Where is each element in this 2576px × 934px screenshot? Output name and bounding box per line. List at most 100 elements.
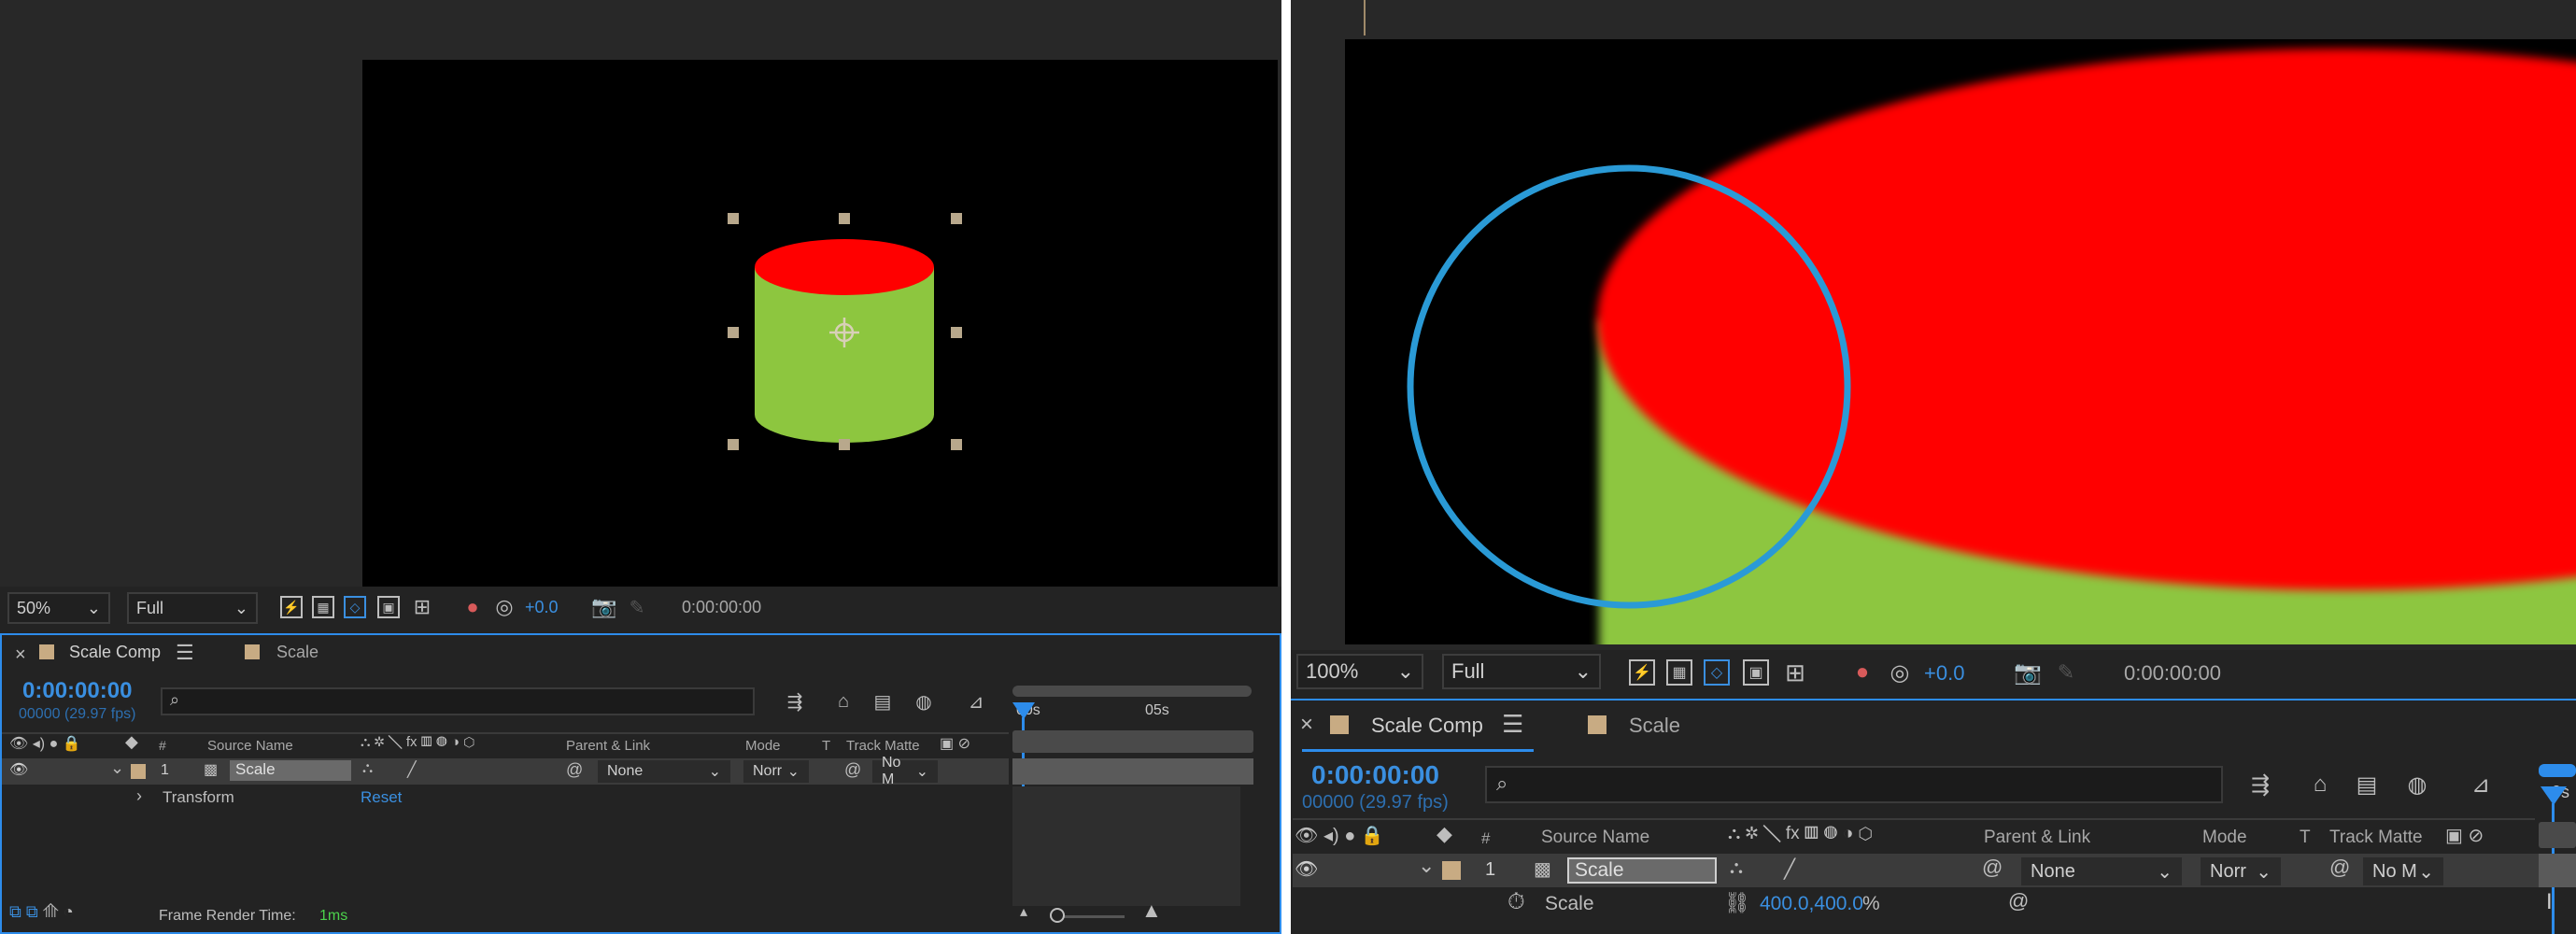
column-header-track-matte[interactable]: Track Matte: [2329, 828, 2423, 848]
tab-scale-comp[interactable]: Scale Comp: [69, 643, 161, 662]
comp-mini-flowchart-icon[interactable]: ⇶: [781, 687, 809, 715]
close-icon[interactable]: ×: [15, 644, 26, 666]
column-header-mode[interactable]: Mode: [745, 738, 781, 754]
graph-editor-icon[interactable]: ⊿: [2464, 768, 2498, 801]
layer-row[interactable]: [1293, 854, 2539, 887]
show-snapshot-icon[interactable]: ✎: [624, 594, 650, 620]
reset-exposure-icon[interactable]: ◎: [491, 594, 517, 620]
constrain-proportions-icon[interactable]: ⛓: [1724, 891, 1750, 915]
parent-pickwhip-icon[interactable]: @: [566, 760, 583, 780]
current-time-indicator-head[interactable]: [2541, 786, 2567, 805]
transform-handle-bottom-left[interactable]: [728, 439, 739, 450]
layer-search-input[interactable]: ⌕: [1485, 766, 2223, 803]
work-area-bar[interactable]: [2539, 822, 2576, 848]
track-matte-dropdown[interactable]: No M ⌄: [2363, 857, 2443, 885]
channels-icon[interactable]: ●: [460, 594, 486, 620]
scale-value[interactable]: 400.0,400.0: [1760, 893, 1863, 915]
layer-duration-bar[interactable]: [1012, 758, 1253, 785]
mask-path-visibility-icon[interactable]: ◇: [1704, 659, 1730, 686]
composition-canvas[interactable]: [362, 60, 1278, 587]
comp-mini-flowchart-icon[interactable]: ⇶: [2243, 768, 2277, 801]
panel-menu-icon[interactable]: ☰: [176, 641, 194, 665]
property-scale[interactable]: Scale: [1545, 893, 1594, 915]
layer-duration-bar[interactable]: [2539, 854, 2576, 887]
show-snapshot-icon[interactable]: ✎: [2051, 658, 2081, 687]
transparency-grid-icon[interactable]: ▦: [312, 596, 334, 618]
zoom-out-icon[interactable]: ▴: [1020, 902, 1027, 921]
zoom-dropdown[interactable]: 50% ⌄: [7, 592, 110, 624]
timeline-track-area[interactable]: [1012, 786, 1240, 906]
expression-pickwhip-icon[interactable]: @: [2008, 889, 2029, 913]
mask-path-visibility-icon[interactable]: ◇: [344, 596, 366, 618]
transform-handle-top-right[interactable]: [951, 213, 962, 224]
tab-scale[interactable]: Scale: [276, 643, 318, 662]
shy-switch-icon[interactable]: ⛬: [362, 760, 373, 777]
viewer-timecode[interactable]: 0:00:00:00: [682, 598, 761, 617]
timeline-zoom-handle[interactable]: [1050, 908, 1065, 923]
transform-handle-middle-right[interactable]: [951, 327, 962, 338]
expand-layer-chevron-icon[interactable]: ⌄: [1418, 854, 1435, 878]
parent-dropdown[interactable]: None ⌄: [2021, 857, 2182, 885]
transform-handle-middle-left[interactable]: [728, 327, 739, 338]
layer-search-input[interactable]: ⌕: [161, 687, 755, 715]
exposure-value[interactable]: +0.0: [525, 598, 559, 617]
grid-guides-icon[interactable]: ⊞: [409, 595, 435, 618]
composition-canvas[interactable]: [1345, 39, 2576, 644]
layer-visibility-eye-icon[interactable]: 👁: [9, 760, 28, 779]
draft-3d-icon[interactable]: ⌂: [2303, 768, 2337, 801]
current-time-display[interactable]: 0:00:00:00: [22, 678, 132, 704]
motion-blur-icon[interactable]: ◍: [2400, 768, 2434, 801]
column-header-parent-link[interactable]: Parent & Link: [566, 738, 650, 754]
layer-source-name[interactable]: Scale: [230, 760, 351, 781]
reset-exposure-icon[interactable]: ◎: [1885, 658, 1915, 687]
layer-visibility-eye-icon[interactable]: 👁: [1295, 857, 1318, 881]
column-header-mode[interactable]: Mode: [2202, 828, 2247, 848]
tab-scale-comp[interactable]: Scale Comp: [1371, 714, 1483, 738]
region-of-interest-icon[interactable]: ▣: [377, 596, 400, 618]
footer-switch-icons[interactable]: ⧉ ⧉ ⟰ ◔: [9, 902, 74, 922]
snapshot-camera-icon[interactable]: 📷: [2012, 658, 2044, 687]
track-matte-pickwhip-icon[interactable]: @: [844, 760, 861, 780]
parent-dropdown[interactable]: None ⌄: [598, 760, 730, 783]
zoomed-cylinder-shape-layer[interactable]: [1345, 39, 2576, 644]
transform-handle-top-left[interactable]: [728, 213, 739, 224]
work-area-bar[interactable]: [1012, 730, 1253, 753]
quality-switch-icon[interactable]: ╱: [407, 760, 417, 779]
layer-label-swatch[interactable]: [1442, 861, 1461, 880]
time-navigator-bar[interactable]: [1012, 686, 1252, 697]
resolution-dropdown[interactable]: Full ⌄: [1442, 654, 1601, 689]
column-header-source-name[interactable]: Source Name: [1541, 828, 1649, 848]
close-icon[interactable]: ×: [1300, 712, 1313, 738]
stopwatch-icon[interactable]: ⏱: [1507, 889, 1525, 915]
snapshot-camera-icon[interactable]: 📷: [590, 594, 618, 620]
track-matte-pickwhip-icon[interactable]: @: [2329, 856, 2350, 880]
viewer-timecode[interactable]: 0:00:00:00: [2124, 661, 2221, 686]
zoom-in-icon[interactable]: ▲: [1141, 899, 1162, 923]
transform-handle-top-center[interactable]: [839, 213, 850, 224]
blend-mode-dropdown[interactable]: Norr ⌄: [2201, 857, 2281, 885]
cylinder-shape-layer[interactable]: [362, 60, 1278, 587]
fast-previews-icon[interactable]: ⚡: [280, 596, 303, 618]
fast-previews-icon[interactable]: ⚡: [1629, 659, 1655, 686]
column-header-track-matte[interactable]: Track Matte: [846, 738, 920, 754]
shy-switch-icon[interactable]: ⛬: [1730, 857, 1743, 879]
frame-blending-icon[interactable]: ▤: [2350, 768, 2384, 801]
zoom-dropdown[interactable]: 100% ⌄: [1296, 654, 1423, 689]
quality-switch-icon[interactable]: ╱: [1784, 857, 1795, 881]
motion-blur-icon[interactable]: ◍: [910, 687, 938, 715]
track-matte-dropdown[interactable]: No M ⌄: [872, 755, 938, 787]
transform-handle-bottom-center[interactable]: [839, 439, 850, 450]
region-of-interest-icon[interactable]: ▣: [1743, 659, 1769, 686]
graph-editor-icon[interactable]: ⊿: [962, 687, 990, 715]
blend-mode-dropdown[interactable]: Norr ⌄: [743, 760, 809, 783]
expand-transform-chevron-icon[interactable]: ›: [136, 786, 142, 806]
current-time-display[interactable]: 0:00:00:00: [1311, 760, 1439, 790]
draft-3d-icon[interactable]: ⌂: [829, 687, 857, 715]
panel-menu-icon[interactable]: ☰: [1502, 710, 1523, 739]
column-header-source-name[interactable]: Source Name: [207, 738, 293, 754]
transparency-grid-icon[interactable]: ▦: [1666, 659, 1692, 686]
exposure-value[interactable]: +0.0: [1924, 661, 1964, 686]
resolution-dropdown[interactable]: Full ⌄: [127, 592, 258, 624]
property-transform[interactable]: Transform: [163, 788, 234, 807]
time-navigator-bar[interactable]: [2539, 764, 2576, 777]
